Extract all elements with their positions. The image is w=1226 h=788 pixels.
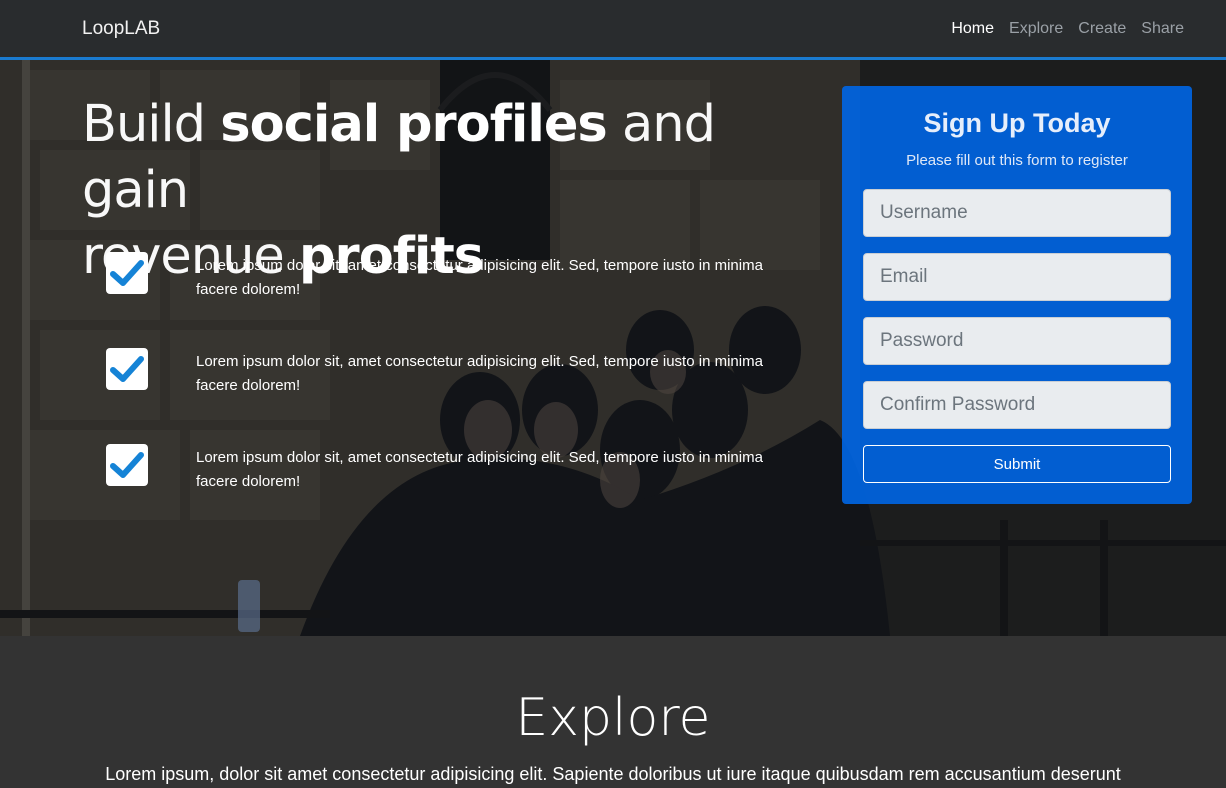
confirm-password-input[interactable] (863, 381, 1171, 429)
headline-text: Build (82, 95, 221, 154)
explore-title: Explore (515, 688, 711, 748)
hero-section: Build social profiles and gain revenue p… (0, 0, 1226, 636)
nav-link-share[interactable]: Share (1141, 20, 1184, 38)
check-icon (106, 252, 148, 294)
explore-text: Lorem ipsum, dolor sit amet consectetur … (105, 764, 1121, 784)
nav-link-explore[interactable]: Explore (1009, 20, 1063, 38)
feature-item: Lorem ipsum dolor sit, amet consectetur … (106, 444, 766, 504)
explore-section: Explore Lorem ipsum, dolor sit amet cons… (0, 636, 1226, 788)
feature-text: Lorem ipsum dolor sit, amet consectetur … (196, 257, 763, 298)
check-icon (106, 444, 148, 486)
nav-link-create[interactable]: Create (1078, 20, 1126, 38)
password-input[interactable] (863, 317, 1171, 365)
headline-bold-text: social profiles (220, 95, 608, 154)
submit-button[interactable]: Submit (863, 445, 1171, 483)
nav-links: Home Explore Create Share (951, 20, 1184, 38)
check-icon (106, 348, 148, 390)
feature-item: Lorem ipsum dolor sit, amet consectetur … (106, 252, 766, 312)
feature-item: Lorem ipsum dolor sit, amet consectetur … (106, 348, 766, 408)
signup-title: Sign Up Today (923, 108, 1111, 138)
username-input[interactable] (863, 189, 1171, 237)
top-navbar: LoopLAB Home Explore Create Share (0, 0, 1226, 60)
email-input[interactable] (863, 253, 1171, 301)
brand-logo[interactable]: LoopLAB (82, 18, 160, 40)
signup-card: Sign Up Today Please fill out this form … (842, 86, 1192, 504)
feature-text: Lorem ipsum dolor sit, amet consectetur … (196, 449, 763, 490)
signup-subtitle: Please fill out this form to register (906, 152, 1128, 169)
nav-link-home[interactable]: Home (951, 20, 994, 38)
feature-text: Lorem ipsum dolor sit, amet consectetur … (196, 353, 763, 394)
